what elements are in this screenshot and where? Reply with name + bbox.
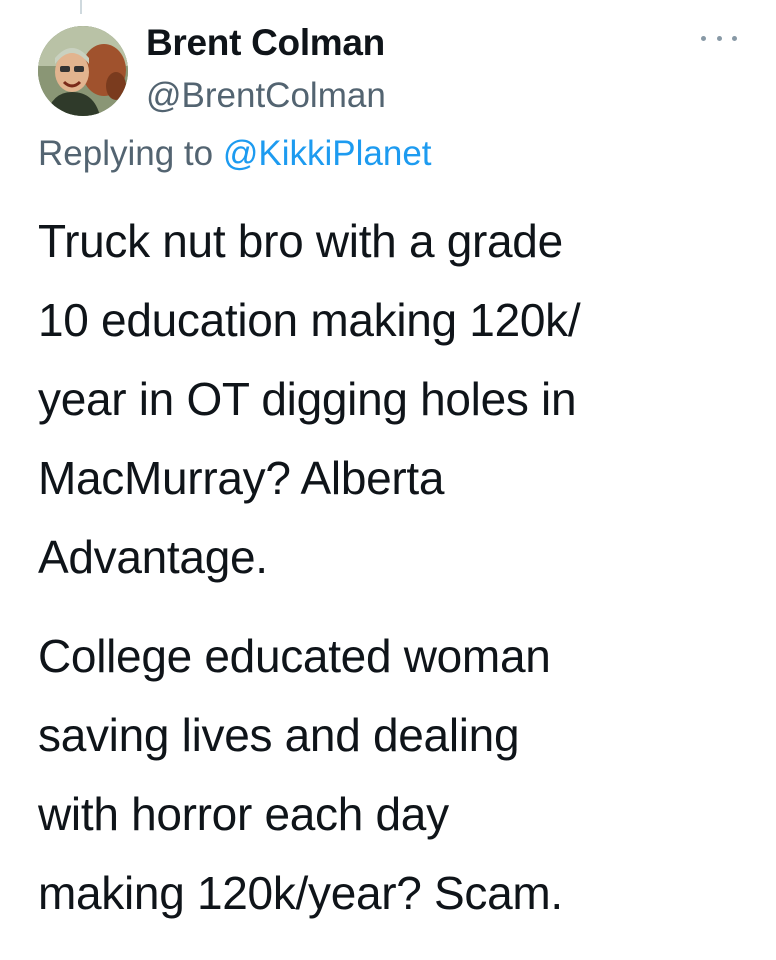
- dot: [716, 35, 722, 41]
- author-display-name[interactable]: Brent Colman: [146, 22, 385, 64]
- dot: [732, 35, 737, 41]
- thread-connector-line: [80, 0, 82, 14]
- avatar[interactable]: [38, 26, 128, 116]
- tweet-text: Truck nut bro with a grade 10 education …: [38, 202, 758, 933]
- dot: [701, 35, 706, 41]
- tweet-paragraph: College educated woman saving lives and …: [38, 630, 563, 919]
- replying-to-label: Replying to: [38, 134, 214, 173]
- replying-to-line: Replying to @KikkiPlanet: [38, 134, 432, 174]
- profile-photo-icon: [38, 26, 128, 116]
- tweet-paragraph: Truck nut bro with a grade 10 education …: [38, 215, 581, 583]
- author-handle[interactable]: @BrentColman: [146, 76, 386, 116]
- replying-to-mention-link[interactable]: @KikkiPlanet: [223, 134, 432, 173]
- more-options-icon[interactable]: [701, 28, 737, 48]
